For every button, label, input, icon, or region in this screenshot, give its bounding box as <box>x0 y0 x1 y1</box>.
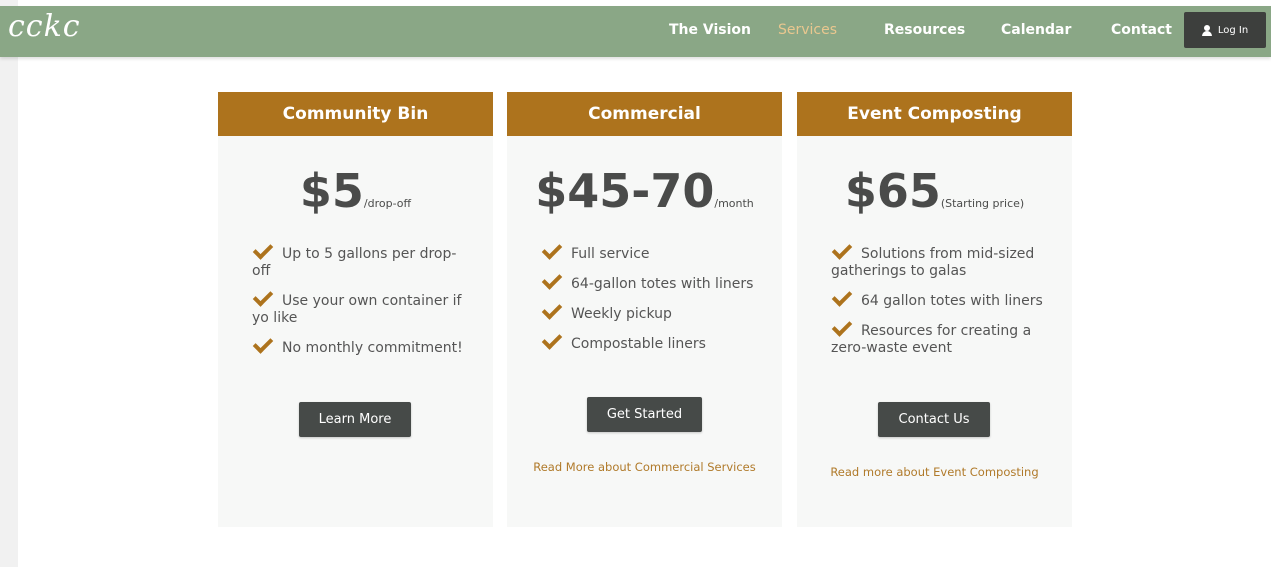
checkmark-icon <box>252 286 274 307</box>
card-title: Event Composting <box>797 92 1072 136</box>
get-started-button[interactable]: Get Started <box>587 397 702 432</box>
contact-us-button[interactable]: Contact Us <box>878 402 990 437</box>
checkmark-icon <box>252 239 274 260</box>
feature-item: Resources for creating a zero-waste even… <box>831 316 1053 357</box>
feature-item: No monthly commitment! <box>252 333 474 357</box>
login-label: Log In <box>1217 24 1249 36</box>
checkmark-icon <box>831 286 853 307</box>
nav-calendar[interactable]: Calendar <box>1001 22 1071 38</box>
feature-item: 64 gallon totes with liners <box>831 286 1053 310</box>
nav-resources[interactable]: Resources <box>884 22 965 38</box>
price-block: $5/drop-off <box>218 164 493 218</box>
top-navigation-bar: cckc The Vision Services Resources Calen… <box>0 6 1271 57</box>
feature-item: Full service <box>541 239 763 263</box>
feature-item: Solutions from mid-sized gatherings to g… <box>831 239 1053 280</box>
price: $45-70 <box>535 164 715 218</box>
card-title: Commercial <box>507 92 782 136</box>
site-logo[interactable]: cckc <box>8 9 81 44</box>
feature-item: 64-gallon totes with liners <box>541 269 763 293</box>
feature-list: Solutions from mid-sized gatherings to g… <box>831 239 1053 370</box>
price-unit: (Starting price) <box>940 197 1025 210</box>
feature-list: Full service 64-gallon totes with liners… <box>541 239 763 366</box>
checkmark-icon <box>541 329 563 350</box>
feature-item: Weekly pickup <box>541 299 763 323</box>
card-title: Community Bin <box>218 92 493 136</box>
checkmark-icon <box>541 269 563 290</box>
pricing-card-event-composting: Event Composting $65(Starting price) Sol… <box>797 92 1072 527</box>
price-unit: /month <box>714 197 754 210</box>
checkmark-icon <box>831 239 853 260</box>
learn-more-button[interactable]: Learn More <box>299 402 411 437</box>
nav-services[interactable]: Services <box>778 22 837 38</box>
price-unit: /drop-off <box>363 197 412 210</box>
price-block: $65(Starting price) <box>797 164 1072 218</box>
nav-the-vision[interactable]: The Vision <box>669 22 751 38</box>
price-block: $45-70/month <box>507 164 782 218</box>
pricing-card-community-bin: Community Bin $5/drop-off Up to 5 gallon… <box>218 92 493 527</box>
price: $5 <box>299 164 364 218</box>
read-more-commercial-link[interactable]: Read More about Commercial Services <box>507 460 782 474</box>
nav-contact[interactable]: Contact <box>1111 22 1172 38</box>
feature-item: Compostable liners <box>541 329 763 353</box>
checkmark-icon <box>252 333 274 354</box>
feature-list: Up to 5 gallons per drop-off Use your ow… <box>252 239 474 370</box>
pricing-card-commercial: Commercial $45-70/month Full service 64-… <box>507 92 782 527</box>
checkmark-icon <box>541 239 563 260</box>
user-icon <box>1201 24 1212 36</box>
checkmark-icon <box>541 299 563 320</box>
checkmark-icon <box>831 316 853 337</box>
feature-item: Up to 5 gallons per drop-off <box>252 239 474 280</box>
feature-item: Use your own container if yo like <box>252 286 474 327</box>
price: $65 <box>844 164 941 218</box>
read-more-event-link[interactable]: Read more about Event Composting <box>797 465 1072 479</box>
login-button[interactable]: Log In <box>1184 12 1266 48</box>
